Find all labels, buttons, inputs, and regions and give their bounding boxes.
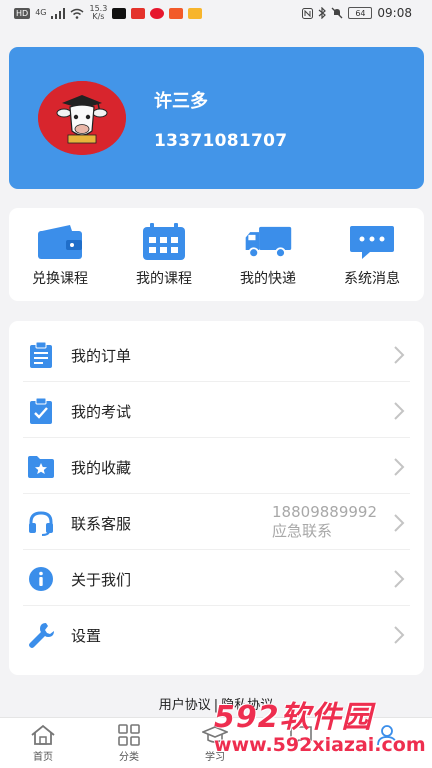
quick-action-system-messages[interactable]: 系统消息 (322, 222, 422, 292)
status-bar: HD 4G 15.3 K/s 64 09:08 (0, 0, 432, 26)
weibo-icon (150, 7, 165, 19)
nav-tab-mine[interactable] (344, 724, 430, 768)
quick-action-label: 我的课程 (136, 271, 192, 287)
menu-item-label: 设置 (71, 627, 102, 645)
red-app-icon (131, 7, 146, 19)
profile-icon (374, 724, 400, 746)
speed-unit: K/s (92, 12, 105, 21)
clipboard-check-icon (27, 398, 55, 424)
quick-actions-card: 兑换课程 我的课程 我的快递 系统消息 (9, 208, 424, 301)
signal-bars-icon (51, 7, 66, 19)
chevron-right-icon (394, 458, 405, 476)
mortarboard-icon (202, 724, 228, 746)
privacy-agreement-link[interactable]: 隐私协议 (221, 698, 273, 713)
menu-item-orders[interactable]: 我的订单 (9, 326, 424, 382)
truck-icon (243, 222, 293, 262)
chevron-right-icon (394, 626, 405, 644)
menu-item-label: 我的考试 (71, 403, 132, 421)
nfc-icon (302, 7, 314, 19)
nav-tab-messages[interactable] (258, 724, 344, 768)
clock: 09:08 (377, 6, 412, 20)
profile-card[interactable]: 许三多 13371081707 (9, 47, 424, 189)
menu-item-settings[interactable]: 设置 (9, 606, 424, 662)
quick-action-label: 系统消息 (344, 271, 400, 287)
chat-bubble-icon (347, 222, 397, 262)
nav-label: 学习 (205, 752, 225, 763)
mute-bell-icon (331, 7, 343, 19)
quick-action-my-delivery[interactable]: 我的快递 (218, 222, 318, 292)
chat-icon (288, 724, 314, 746)
wrench-icon (27, 622, 55, 648)
signal-type: 4G (35, 8, 47, 17)
quick-action-label: 我的快递 (240, 271, 296, 287)
headset-icon (27, 510, 55, 536)
agreement-separator: | (213, 698, 219, 713)
nav-label: 分类 (119, 752, 139, 763)
menu-item-about[interactable]: 关于我们 (9, 550, 424, 606)
chevron-right-icon (394, 514, 405, 532)
quick-action-redeem-course[interactable]: 兑换课程 (10, 222, 110, 292)
menu-item-label: 关于我们 (71, 571, 132, 589)
service-phone-number: 18809889992 (272, 503, 377, 521)
user-agreement-link[interactable]: 用户协议 (159, 698, 211, 713)
nav-label: 首页 (33, 752, 53, 763)
status-right: 64 09:08 (302, 6, 412, 20)
service-phone[interactable]: 18809889992 应急联系 (272, 503, 377, 541)
wallet-icon (35, 222, 85, 262)
tiktok-app-icon (112, 7, 127, 19)
chevron-right-icon (394, 570, 405, 588)
network-chip: HD (14, 7, 31, 19)
orange-app-icon (169, 7, 184, 19)
bluetooth-icon (319, 7, 327, 19)
bottom-nav: 首页 分类 学习 (0, 717, 432, 768)
calendar-icon (139, 222, 189, 262)
wifi-icon (71, 8, 84, 19)
menu-card: 我的订单 我的考试 我的收藏 联系客服 18809889992 应急联系 关于我… (9, 321, 424, 675)
menu-item-label: 联系客服 (71, 515, 132, 533)
user-name: 许三多 (154, 91, 208, 112)
quick-action-label: 兑换课程 (32, 271, 88, 287)
network-speed: 15.3 K/s (89, 5, 107, 21)
menu-item-label: 我的收藏 (71, 459, 132, 477)
nav-tab-study[interactable]: 学习 (172, 724, 258, 768)
chevron-right-icon (394, 346, 405, 364)
avatar[interactable] (38, 81, 126, 155)
menu-item-exams[interactable]: 我的考试 (9, 382, 424, 438)
menu-item-customer-service[interactable]: 联系客服 18809889992 应急联系 (9, 494, 424, 550)
cow-mascot-icon (38, 81, 126, 155)
status-left: HD 4G 15.3 K/s (14, 5, 203, 21)
user-phone: 13371081707 (154, 131, 288, 151)
service-phone-note: 应急联系 (272, 522, 333, 540)
agreements: 用户协议 | 隐私协议 (0, 694, 432, 713)
grid-icon (116, 724, 142, 746)
info-icon (27, 566, 55, 592)
menu-item-label: 我的订单 (71, 347, 132, 365)
home-icon (30, 724, 56, 746)
menu-item-favorites[interactable]: 我的收藏 (9, 438, 424, 494)
quick-action-my-courses[interactable]: 我的课程 (114, 222, 214, 292)
folder-star-icon (27, 454, 55, 480)
clipboard-icon (27, 342, 55, 368)
nav-tab-category[interactable]: 分类 (86, 724, 172, 768)
chevron-right-icon (394, 402, 405, 420)
yellow-app-icon (188, 7, 203, 19)
battery-icon: 64 (348, 7, 373, 19)
nav-tab-home[interactable]: 首页 (0, 724, 86, 768)
